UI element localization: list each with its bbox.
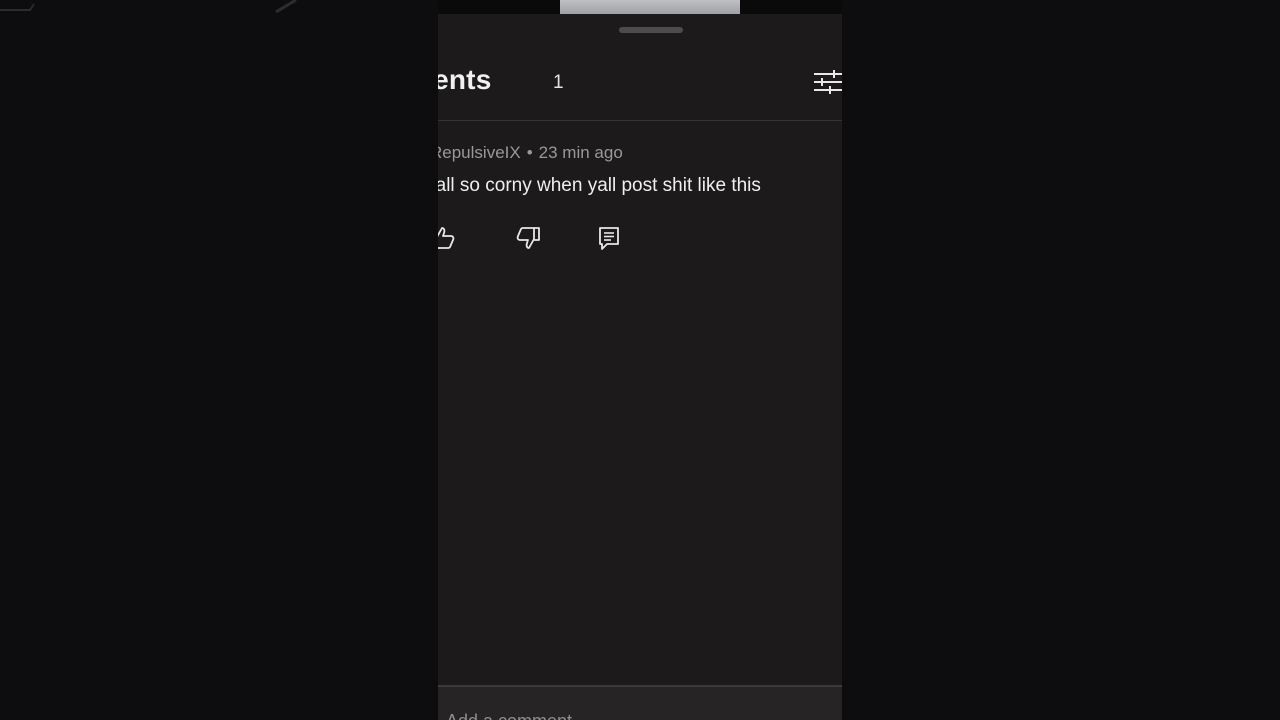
comments-panel: ments 1 RepulsiveIX • 23 min ago 'all so c…: [438, 0, 842, 720]
filter-button[interactable]: [812, 66, 842, 96]
video-preview-strip: [438, 0, 842, 14]
comments-title: ments: [438, 64, 492, 95]
meta-separator: •: [526, 143, 533, 162]
header-divider: [438, 120, 842, 121]
video-thumbnail[interactable]: [560, 0, 740, 14]
add-comment-bar[interactable]: Add a comment...: [438, 685, 842, 720]
sliders-icon: [814, 70, 842, 94]
comments-count: 1: [553, 72, 564, 93]
add-comment-input[interactable]: Add a comment...: [446, 711, 587, 720]
comments-sheet: ments 1 RepulsiveIX • 23 min ago 'all so c…: [438, 14, 842, 720]
thumbs-down-icon: [516, 227, 540, 249]
comment-meta: RepulsiveIX • 23 min ago: [438, 143, 623, 163]
dislike-button[interactable]: [515, 224, 543, 252]
comment-author[interactable]: RepulsiveIX: [438, 143, 521, 162]
comment-text: 'all so corny when yall post shit like t…: [438, 175, 761, 196]
like-button[interactable]: [438, 224, 456, 252]
pencil-icon: [275, 0, 297, 14]
thumbs-up-icon: [438, 227, 455, 249]
drag-handle[interactable]: [619, 27, 683, 33]
right-backdrop: [842, 0, 1280, 720]
reply-button[interactable]: [595, 224, 623, 252]
left-backdrop: [0, 0, 438, 720]
video-player-stage: ments 1 RepulsiveIX • 23 min ago 'all so c…: [0, 0, 1280, 720]
corner-shape-icon: [0, 3, 35, 11]
reply-comment-icon: [599, 227, 619, 250]
comment-time: 23 min ago: [538, 143, 623, 162]
